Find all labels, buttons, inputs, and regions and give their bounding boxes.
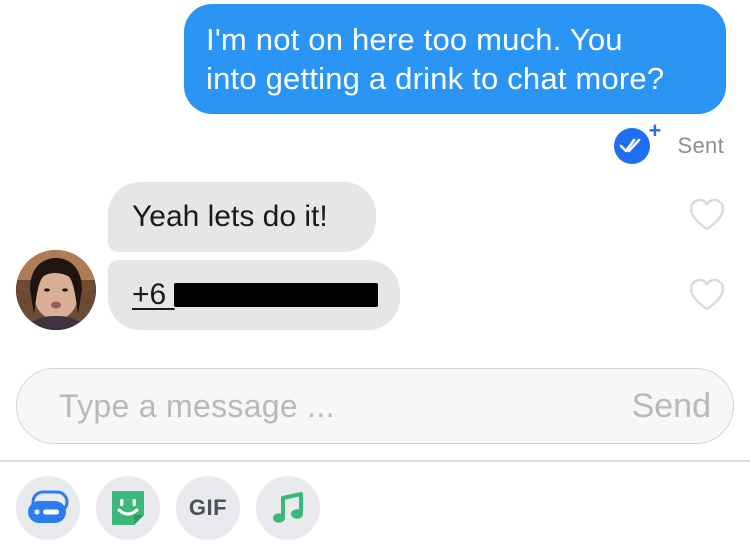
phone-number-link[interactable]: +6 — [132, 277, 378, 313]
heart-icon[interactable] — [688, 198, 726, 232]
sticker-button[interactable] — [96, 476, 160, 540]
read-receipt-plus: + — [648, 118, 662, 143]
toolbar-divider — [0, 460, 750, 462]
chat-bubbles-icon — [28, 490, 69, 523]
incoming-message-bubble[interactable]: Yeah lets do it! — [108, 182, 376, 252]
incoming-phone-bubble[interactable]: +6 — [108, 260, 400, 330]
message-status: + Sent — [613, 120, 724, 168]
gif-button[interactable]: GIF — [176, 476, 240, 540]
phone-number-visible-text: +6 — [132, 278, 167, 311]
outgoing-message-line-1: I'm not on here too much. You — [206, 22, 623, 57]
chat-screen: I'm not on here too much. You into getti… — [0, 0, 750, 556]
smiley-sticker-icon — [112, 491, 144, 525]
message-composer: Send — [16, 368, 734, 444]
avatar[interactable] — [16, 250, 96, 330]
outgoing-message-bubble[interactable]: I'm not on here too much. You into getti… — [184, 4, 726, 114]
music-button[interactable] — [256, 476, 320, 540]
sent-status-label: Sent — [677, 133, 724, 158]
smart-reply-button[interactable] — [16, 476, 80, 540]
music-note-icon — [273, 492, 303, 523]
message-input[interactable] — [57, 386, 632, 426]
read-receipt-icon[interactable]: + — [613, 120, 661, 164]
phone-number-redaction — [174, 283, 378, 307]
send-button[interactable]: Send — [632, 387, 711, 426]
gif-label: GIF — [188, 495, 228, 520]
heart-icon[interactable] — [688, 278, 726, 312]
incoming-message-text: Yeah lets do it! — [132, 200, 328, 233]
outgoing-message-line-2: into getting a drink to chat more? — [206, 61, 665, 96]
